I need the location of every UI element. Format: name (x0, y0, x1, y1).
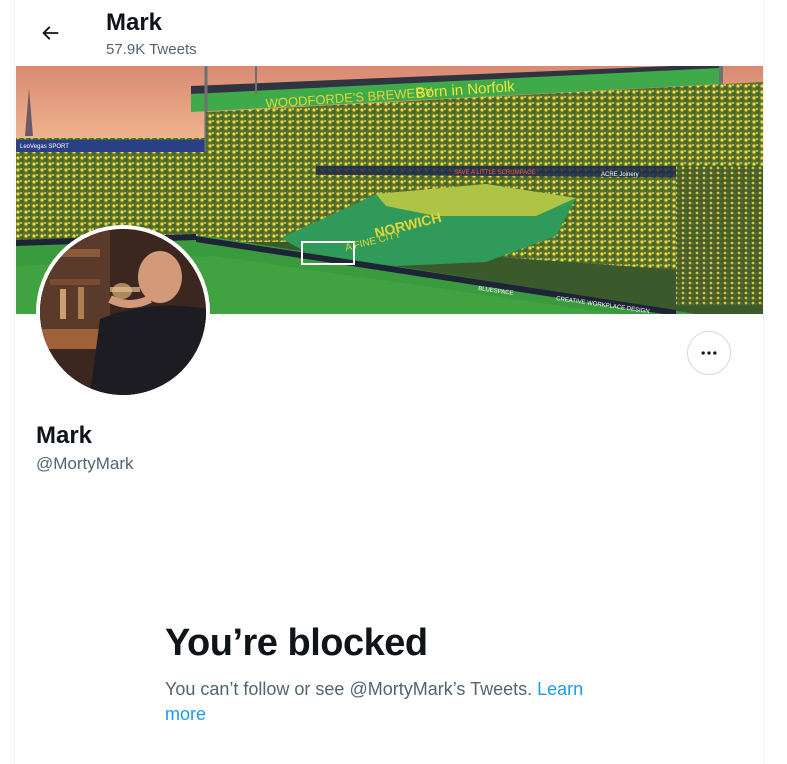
more-button[interactable] (687, 331, 731, 375)
profile-display-name: Mark (36, 422, 93, 449)
tweet-count: 57.9K Tweets (106, 41, 197, 58)
profile-handle: @MortyMark (36, 454, 134, 473)
blocked-message: You can’t follow or see @MortyMark’s Twe… (165, 677, 625, 727)
profile-column: Mark 57.9K Tweets WOODFORDE'S BREWERY Bo… (14, 0, 764, 764)
back-button[interactable] (32, 15, 68, 51)
more-horizontal-icon (701, 351, 717, 355)
blocked-message-text: You can’t follow or see @MortyMark’s Twe… (165, 679, 538, 699)
avatar-image (40, 229, 206, 395)
arrow-left-icon (42, 26, 59, 40)
avatar[interactable] (36, 225, 210, 399)
banner-board-3: ACRE Joinery (601, 172, 639, 178)
banner-board-2: SAVE A LITTLE SCRUMPAGE (454, 170, 536, 176)
header-title: Mark (106, 9, 163, 36)
profile-header: Mark 57.9K Tweets (15, 0, 763, 66)
banner-board-1: LeoVegas SPORT (20, 144, 69, 150)
blocked-title: You’re blocked (165, 622, 428, 664)
